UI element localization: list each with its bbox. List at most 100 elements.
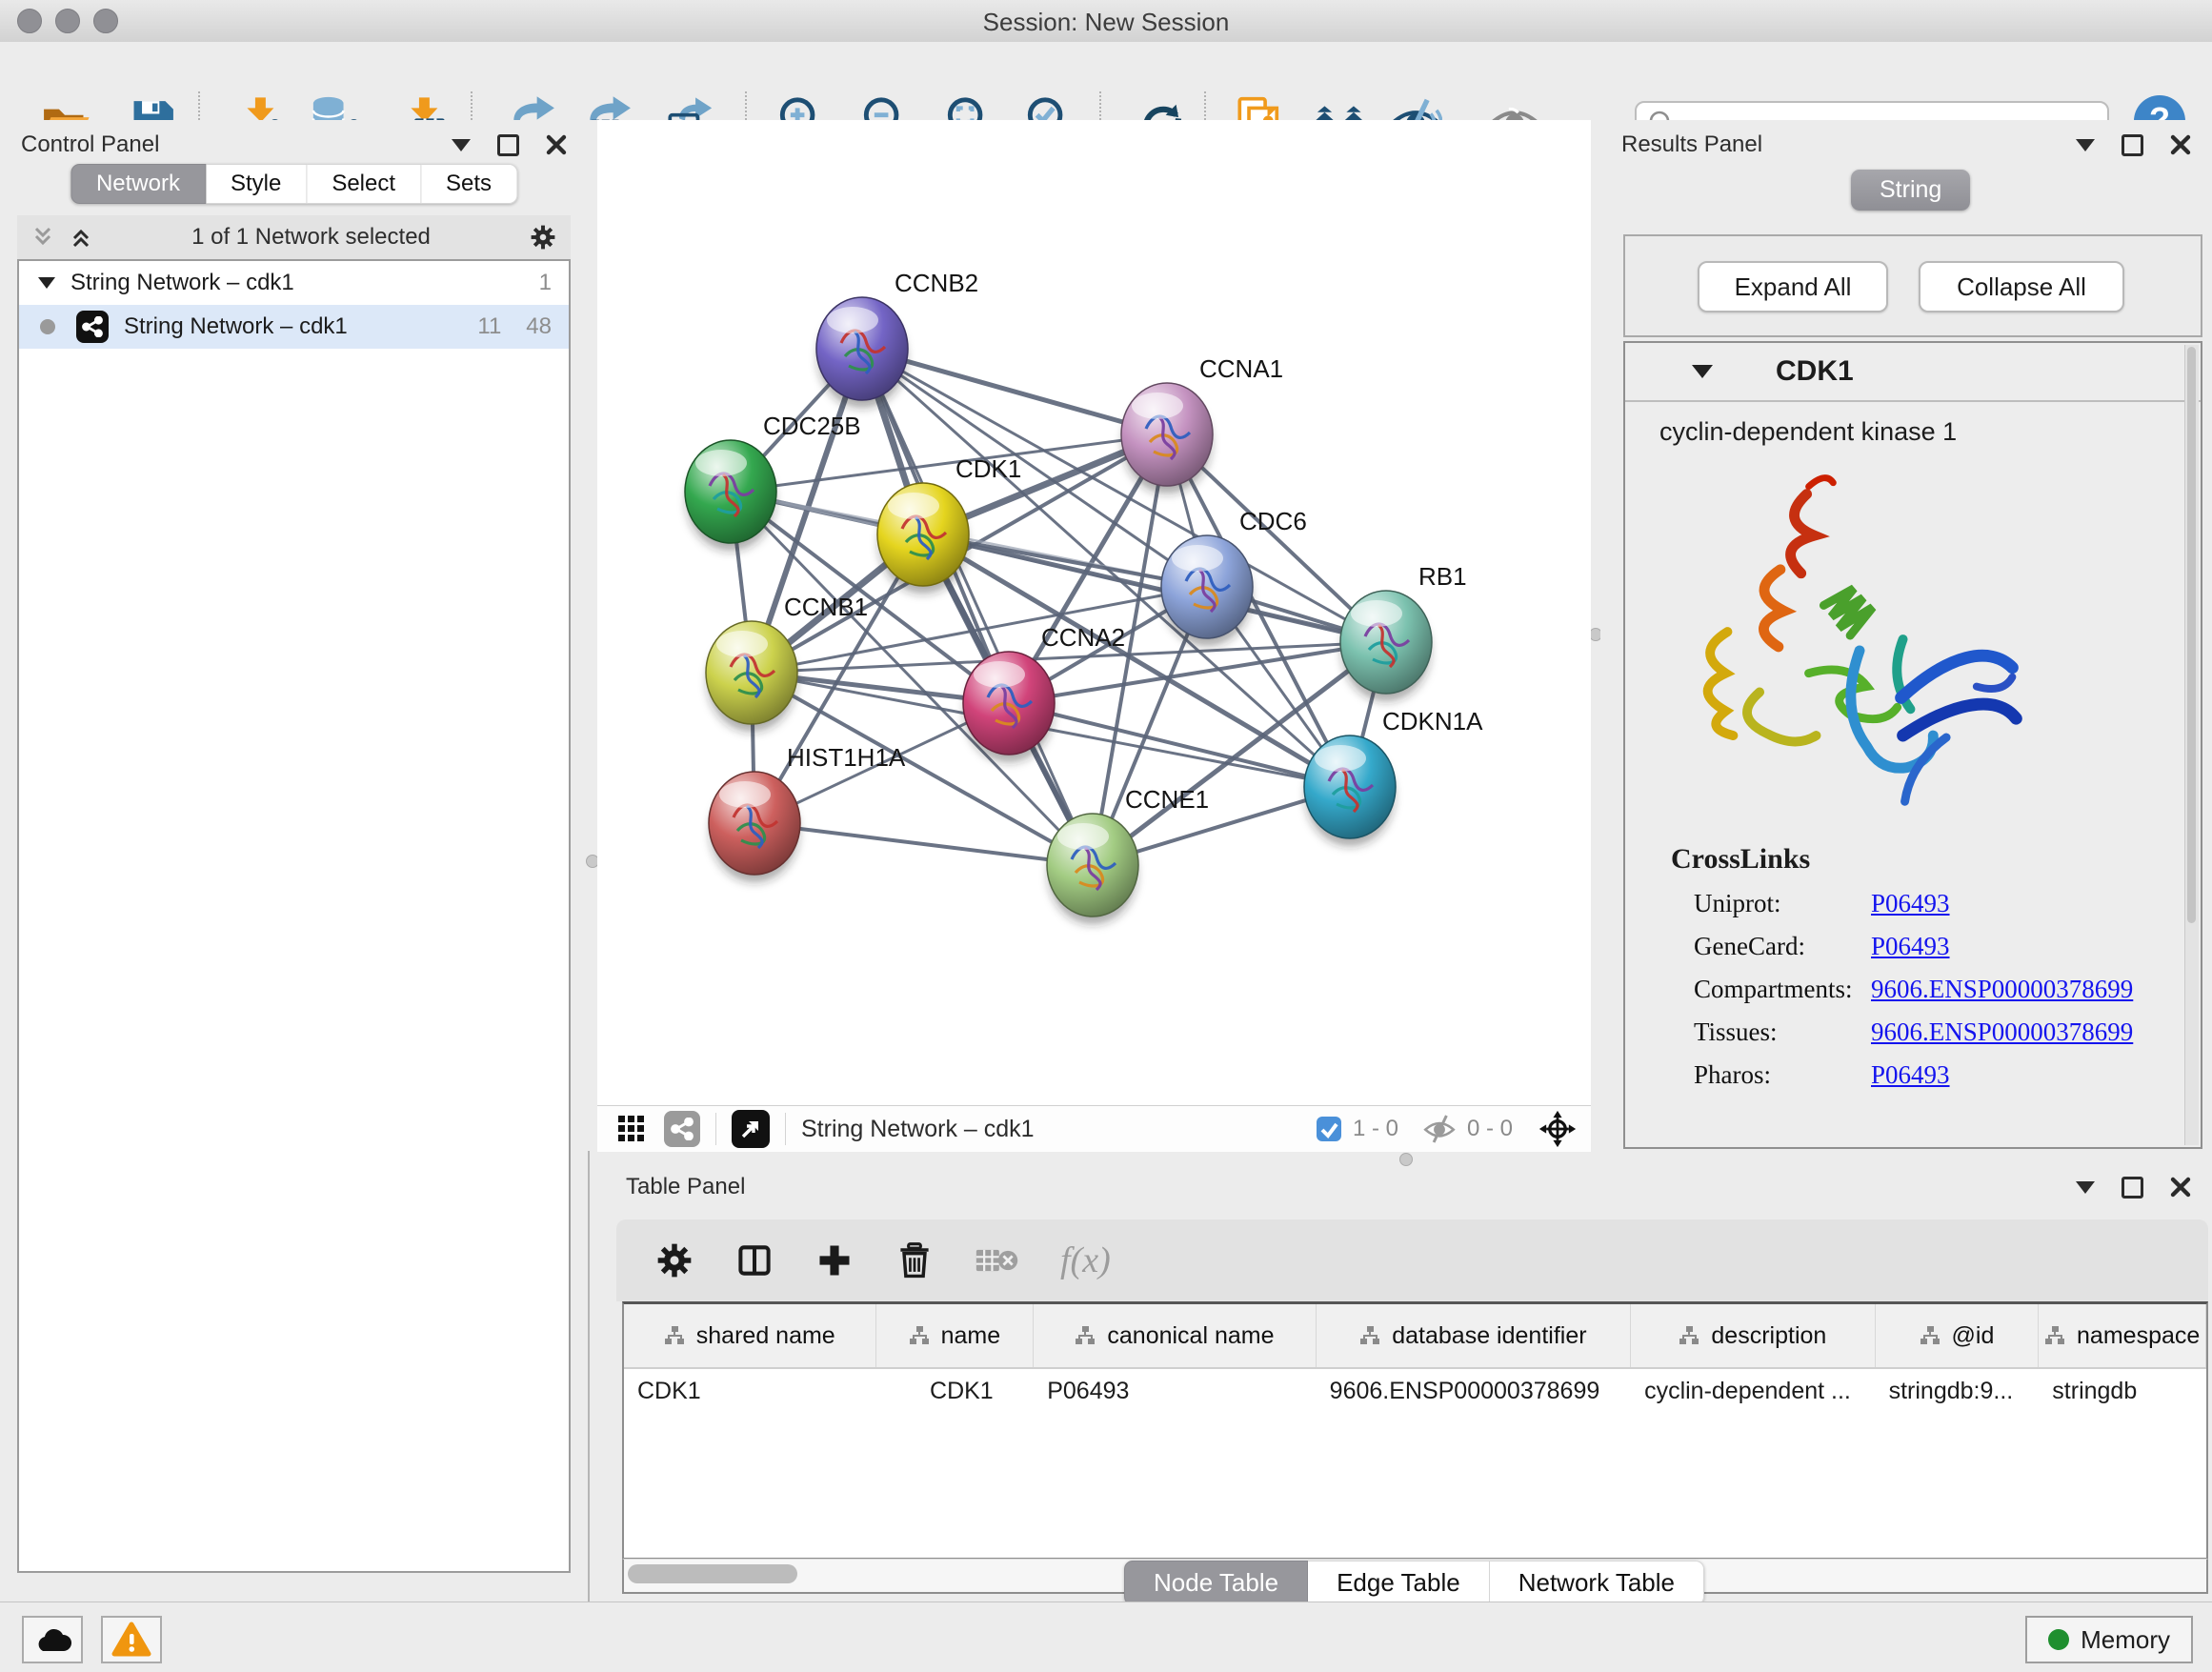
- network-grid-view-icon[interactable]: [618, 1116, 647, 1142]
- hidden-counts: 0 - 0: [1467, 1116, 1513, 1142]
- crosslink-row: GeneCard:P06493: [1694, 932, 2201, 961]
- collection-label: String Network – cdk1: [70, 270, 539, 296]
- show-columns-icon[interactable]: [734, 1240, 774, 1280]
- collapse-panel-icon[interactable]: [2076, 1181, 2095, 1194]
- table-toolbar: f(x): [616, 1219, 2208, 1301]
- node-label: CDK1: [955, 454, 1021, 483]
- warning-status-button[interactable]: [101, 1616, 162, 1663]
- tab-select[interactable]: Select: [307, 164, 421, 204]
- table-cell[interactable]: stringdb:9...: [1876, 1378, 2040, 1405]
- crosslink-row: Compartments:9606.ENSP00000378699: [1694, 975, 2201, 1004]
- network-node-CDC25B[interactable]: CDC25B: [685, 412, 861, 551]
- collapse-panel-icon[interactable]: [2076, 139, 2095, 151]
- network-node-RB1[interactable]: RB1: [1340, 562, 1467, 701]
- crosslinks-title: CrossLinks: [1671, 843, 2201, 876]
- network-node-CCNA2[interactable]: CCNA2: [963, 623, 1125, 762]
- node-label: CDC25B: [763, 412, 861, 440]
- network-node-HIST1H1A[interactable]: HIST1H1A: [709, 743, 906, 882]
- column-header-name[interactable]: name: [876, 1304, 1035, 1367]
- create-column-plus-icon[interactable]: [814, 1240, 855, 1280]
- network-node-CDK1[interactable]: CDK1: [877, 454, 1021, 594]
- table-header-row: shared namenamecanonical namedatabase id…: [624, 1304, 2206, 1369]
- horizontal-splitter-handle[interactable]: [1399, 1153, 1413, 1166]
- network-view-canvas[interactable]: CCNB2 CCNA1 CDC25B CDK1 CDC6 RB1 CCNB1 CCNA2 CDK…: [597, 120, 1591, 1105]
- column-header-namespace[interactable]: namespace: [2039, 1304, 2206, 1367]
- main-toolbar: ?: [0, 42, 2212, 121]
- table-cell[interactable]: cyclin-dependent ...: [1631, 1378, 1876, 1405]
- tab-string[interactable]: String: [1851, 170, 1970, 211]
- disclosure-triangle-icon[interactable]: [38, 277, 55, 289]
- birds-eye-view-icon[interactable]: [732, 1110, 770, 1148]
- pan-crosshair-icon[interactable]: [1538, 1109, 1578, 1149]
- crosslink-link[interactable]: P06493: [1871, 932, 1950, 961]
- column-header-canonical-name[interactable]: canonical name: [1034, 1304, 1316, 1367]
- network-node-CCNE1[interactable]: CCNE1: [1047, 785, 1209, 924]
- disclosure-triangle-icon[interactable]: [1692, 365, 1713, 378]
- crosslink-label: Pharos:: [1694, 1060, 1871, 1090]
- collapse-panel-icon[interactable]: [452, 139, 471, 151]
- delete-column-trash-icon[interactable]: [895, 1240, 935, 1280]
- close-panel-icon[interactable]: [2170, 134, 2191, 155]
- control-panel: Control Panel NetworkStyleSelectSets 1 o…: [0, 120, 590, 1601]
- network-collection-row[interactable]: String Network – cdk1 1: [19, 261, 569, 305]
- table-cell[interactable]: 9606.ENSP00000378699: [1317, 1378, 1631, 1405]
- cloud-status-button[interactable]: [22, 1616, 83, 1663]
- column-header-description[interactable]: description: [1631, 1304, 1876, 1367]
- crosslink-row: Pharos:P06493: [1694, 1060, 2201, 1090]
- close-panel-icon[interactable]: [2170, 1177, 2191, 1198]
- title-bar: Session: New Session: [0, 0, 2212, 43]
- table-cell[interactable]: stringdb: [2039, 1378, 2206, 1405]
- network-node-CCNA1[interactable]: CCNA1: [1121, 354, 1283, 494]
- selected-checkbox-icon[interactable]: [1315, 1115, 1343, 1143]
- tab-sets[interactable]: Sets: [421, 164, 517, 204]
- crosslink-link[interactable]: P06493: [1871, 1060, 1950, 1090]
- crosslink-link[interactable]: 9606.ENSP00000378699: [1871, 975, 2133, 1004]
- tree-options-gear-icon[interactable]: [529, 223, 557, 252]
- table-type-tabs: Node TableEdge TableNetwork Table: [1124, 1561, 1704, 1605]
- left-splitter[interactable]: [588, 120, 597, 1151]
- tab-style[interactable]: Style: [206, 164, 307, 204]
- column-header-database-identifier[interactable]: database identifier: [1317, 1304, 1631, 1367]
- function-builder-fx[interactable]: f(x): [1060, 1239, 1111, 1281]
- network-node-CCNB2[interactable]: CCNB2: [816, 269, 978, 408]
- network-share-view-icon[interactable]: [664, 1111, 700, 1147]
- float-panel-icon[interactable]: [497, 134, 519, 156]
- network-row[interactable]: String Network – cdk1 11 48: [19, 305, 569, 349]
- float-panel-icon[interactable]: [2122, 134, 2143, 156]
- column-header-@id[interactable]: @id: [1876, 1304, 2040, 1367]
- expand-all-chevron-icon[interactable]: [69, 225, 93, 250]
- protein-card-header[interactable]: CDK1: [1625, 343, 2201, 402]
- collapse-all-button[interactable]: Collapse All: [1919, 261, 2124, 312]
- table-panel: Table Panel f(x) shared namenamecanonica…: [597, 1166, 2212, 1601]
- table-options-gear-icon[interactable]: [654, 1240, 694, 1280]
- network-label: String Network – cdk1: [124, 313, 477, 340]
- float-panel-icon[interactable]: [2122, 1177, 2143, 1199]
- results-scrollbar[interactable]: [2184, 345, 2199, 1145]
- crosslink-link[interactable]: 9606.ENSP00000378699: [1871, 1017, 2133, 1047]
- network-node-CCNB1[interactable]: CCNB1: [706, 593, 868, 732]
- table-cell[interactable]: CDK1: [624, 1378, 876, 1405]
- tab-node-table[interactable]: Node Table: [1124, 1561, 1308, 1605]
- collapse-all-chevron-icon[interactable]: [30, 225, 55, 250]
- node-label: CDC6: [1239, 507, 1307, 535]
- tab-edge-table[interactable]: Edge Table: [1308, 1561, 1490, 1605]
- crosslink-row: Uniprot:P06493: [1694, 889, 2201, 918]
- tab-network[interactable]: Network: [70, 164, 206, 204]
- table-row[interactable]: CDK1CDK1P064939606.ENSP00000378699cyclin…: [624, 1369, 2206, 1413]
- memory-button[interactable]: Memory: [2025, 1616, 2193, 1663]
- node-label: CCNA2: [1041, 623, 1125, 652]
- table-cell[interactable]: CDK1: [876, 1378, 1035, 1405]
- delete-table-icon[interactable]: [975, 1241, 1020, 1279]
- node-label: CCNB2: [895, 269, 978, 297]
- node-label: CDKN1A: [1382, 707, 1483, 735]
- network-node-CDKN1A[interactable]: CDKN1A: [1304, 707, 1483, 846]
- close-panel-icon[interactable]: [546, 134, 567, 155]
- column-header-shared-name[interactable]: shared name: [624, 1304, 876, 1367]
- cytoscape-window: { "window": { "title": "Session: New Ses…: [0, 0, 2212, 1671]
- protein-name: CDK1: [1776, 355, 1854, 388]
- crosslink-link[interactable]: P06493: [1871, 889, 1950, 918]
- expand-all-button[interactable]: Expand All: [1698, 261, 1888, 312]
- tab-network-table[interactable]: Network Table: [1490, 1561, 1704, 1605]
- crosslink-row: Tissues:9606.ENSP00000378699: [1694, 1017, 2201, 1047]
- table-cell[interactable]: P06493: [1034, 1378, 1316, 1405]
